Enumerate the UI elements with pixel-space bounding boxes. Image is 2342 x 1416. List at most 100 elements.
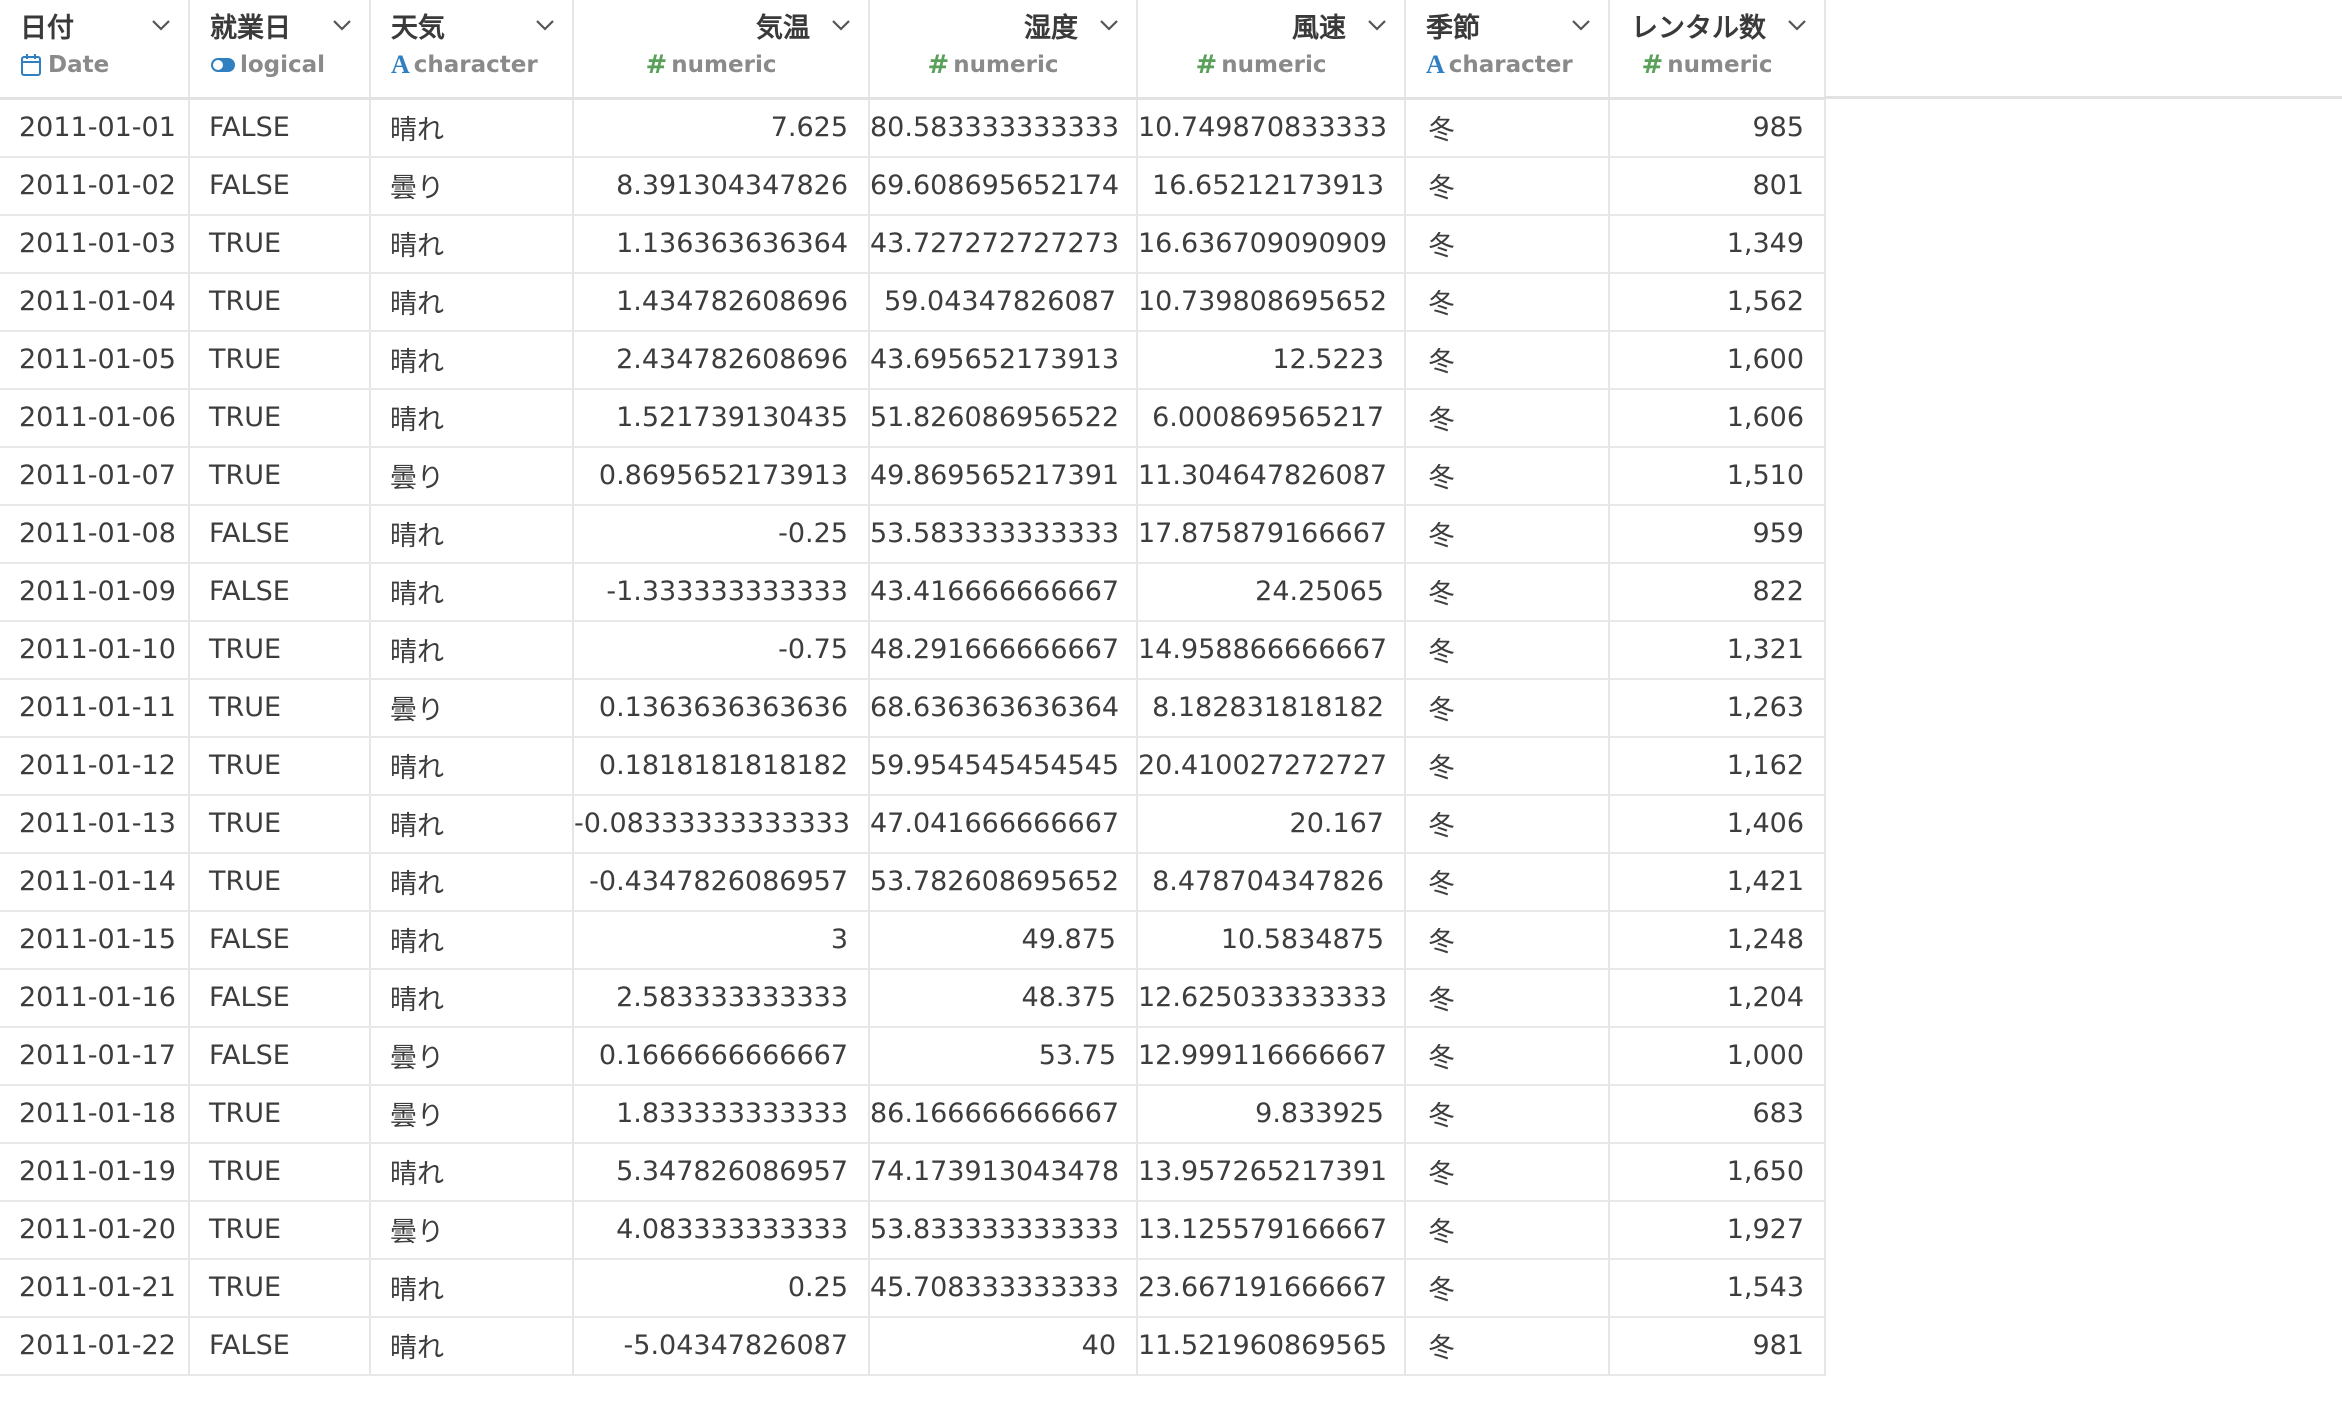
table-row[interactable]: 2011-01-04 TRUE 晴れ 1.434782608696 59.0434782… <box>0 272 1826 332</box>
cell-weather[interactable]: 晴れ <box>370 852 574 912</box>
cell-rental-count[interactable]: 1,600 <box>1609 330 1826 390</box>
cell-humidity[interactable]: 59.954545454545 <box>869 736 1138 796</box>
cell-season[interactable]: 冬 <box>1405 910 1610 970</box>
cell-season[interactable]: 冬 <box>1405 388 1610 448</box>
table-row[interactable]: 2011-01-11 TRUE 曇り 0.1363636363636 68.636363… <box>0 678 1826 738</box>
cell-wind-speed[interactable]: 13.125579166667 <box>1137 1200 1406 1260</box>
cell-weather[interactable]: 晴れ <box>370 794 574 854</box>
cell-date[interactable]: 2011-01-16 <box>0 968 190 1028</box>
column-header-weather[interactable]: 天気 A character <box>370 0 574 100</box>
cell-humidity[interactable]: 48.291666666667 <box>869 620 1138 680</box>
table-row[interactable]: 2011-01-16 FALSE 晴れ 2.583333333333 48.375 12.… <box>0 968 1826 1028</box>
table-row[interactable]: 2011-01-12 TRUE 晴れ 0.1818181818182 59.954545… <box>0 736 1826 796</box>
cell-date[interactable]: 2011-01-14 <box>0 852 190 912</box>
cell-rental-count[interactable]: 1,510 <box>1609 446 1826 506</box>
cell-date[interactable]: 2011-01-06 <box>0 388 190 448</box>
cell-date[interactable]: 2011-01-01 <box>0 98 190 158</box>
cell-rental-count[interactable]: 1,248 <box>1609 910 1826 970</box>
cell-workday[interactable]: FALSE <box>189 98 371 158</box>
cell-season[interactable]: 冬 <box>1405 1142 1610 1202</box>
cell-season[interactable]: 冬 <box>1405 562 1610 622</box>
cell-weather[interactable]: 晴れ <box>370 98 574 158</box>
table-row[interactable]: 2011-01-22 FALSE 晴れ -5.04347826087 40 11.5219… <box>0 1316 1826 1376</box>
table-row[interactable]: 2011-01-21 TRUE 晴れ 0.25 45.708333333333 23.66… <box>0 1258 1826 1318</box>
cell-date[interactable]: 2011-01-20 <box>0 1200 190 1260</box>
chevron-down-icon[interactable] <box>148 12 174 38</box>
cell-temperature[interactable]: 2.434782608696 <box>573 330 870 390</box>
cell-temperature[interactable]: -5.04347826087 <box>573 1316 870 1376</box>
cell-rental-count[interactable]: 1,204 <box>1609 968 1826 1028</box>
column-header-season[interactable]: 季節 A character <box>1405 0 1610 100</box>
cell-rental-count[interactable]: 981 <box>1609 1316 1826 1376</box>
cell-weather[interactable]: 曇り <box>370 1084 574 1144</box>
chevron-down-icon[interactable] <box>1096 12 1122 38</box>
cell-wind-speed[interactable]: 8.182831818182 <box>1137 678 1406 738</box>
cell-season[interactable]: 冬 <box>1405 156 1610 216</box>
cell-season[interactable]: 冬 <box>1405 678 1610 738</box>
cell-date[interactable]: 2011-01-04 <box>0 272 190 332</box>
cell-wind-speed[interactable]: 13.957265217391 <box>1137 1142 1406 1202</box>
cell-humidity[interactable]: 53.833333333333 <box>869 1200 1138 1260</box>
table-row[interactable]: 2011-01-06 TRUE 晴れ 1.521739130435 51.8260869… <box>0 388 1826 448</box>
cell-season[interactable]: 冬 <box>1405 968 1610 1028</box>
cell-rental-count[interactable]: 683 <box>1609 1084 1826 1144</box>
chevron-down-icon[interactable] <box>329 12 355 38</box>
cell-date[interactable]: 2011-01-03 <box>0 214 190 274</box>
cell-weather[interactable]: 晴れ <box>370 504 574 564</box>
cell-rental-count[interactable]: 801 <box>1609 156 1826 216</box>
cell-rental-count[interactable]: 1,606 <box>1609 388 1826 448</box>
chevron-down-icon[interactable] <box>532 12 558 38</box>
cell-weather[interactable]: 晴れ <box>370 968 574 1028</box>
cell-workday[interactable]: TRUE <box>189 330 371 390</box>
cell-workday[interactable]: TRUE <box>189 214 371 274</box>
chevron-down-icon[interactable] <box>1784 12 1810 38</box>
cell-wind-speed[interactable]: 12.999116666667 <box>1137 1026 1406 1086</box>
cell-humidity[interactable]: 48.375 <box>869 968 1138 1028</box>
cell-wind-speed[interactable]: 16.65212173913 <box>1137 156 1406 216</box>
cell-humidity[interactable]: 74.173913043478 <box>869 1142 1138 1202</box>
cell-weather[interactable]: 晴れ <box>370 214 574 274</box>
cell-date[interactable]: 2011-01-15 <box>0 910 190 970</box>
cell-date[interactable]: 2011-01-17 <box>0 1026 190 1086</box>
cell-humidity[interactable]: 43.416666666667 <box>869 562 1138 622</box>
cell-temperature[interactable]: -0.08333333333333 <box>573 794 870 854</box>
cell-temperature[interactable]: 0.1818181818182 <box>573 736 870 796</box>
cell-weather[interactable]: 晴れ <box>370 1142 574 1202</box>
cell-humidity[interactable]: 80.583333333333 <box>869 98 1138 158</box>
cell-rental-count[interactable]: 1,650 <box>1609 1142 1826 1202</box>
cell-temperature[interactable]: 1.521739130435 <box>573 388 870 448</box>
cell-humidity[interactable]: 53.583333333333 <box>869 504 1138 564</box>
cell-workday[interactable]: TRUE <box>189 272 371 332</box>
cell-rental-count[interactable]: 1,321 <box>1609 620 1826 680</box>
cell-season[interactable]: 冬 <box>1405 330 1610 390</box>
cell-temperature[interactable]: 1.136363636364 <box>573 214 870 274</box>
cell-wind-speed[interactable]: 12.5223 <box>1137 330 1406 390</box>
cell-weather[interactable]: 曇り <box>370 156 574 216</box>
cell-wind-speed[interactable]: 11.304647826087 <box>1137 446 1406 506</box>
cell-rental-count[interactable]: 1,421 <box>1609 852 1826 912</box>
cell-wind-speed[interactable]: 10.5834875 <box>1137 910 1406 970</box>
cell-temperature[interactable]: -1.333333333333 <box>573 562 870 622</box>
cell-rental-count[interactable]: 959 <box>1609 504 1826 564</box>
cell-workday[interactable]: FALSE <box>189 1026 371 1086</box>
cell-temperature[interactable]: 0.1363636363636 <box>573 678 870 738</box>
cell-weather[interactable]: 晴れ <box>370 1316 574 1376</box>
cell-workday[interactable]: TRUE <box>189 388 371 448</box>
cell-humidity[interactable]: 51.826086956522 <box>869 388 1138 448</box>
cell-season[interactable]: 冬 <box>1405 620 1610 680</box>
cell-workday[interactable]: FALSE <box>189 156 371 216</box>
cell-wind-speed[interactable]: 16.636709090909 <box>1137 214 1406 274</box>
cell-weather[interactable]: 晴れ <box>370 1258 574 1318</box>
cell-rental-count[interactable]: 1,263 <box>1609 678 1826 738</box>
cell-workday[interactable]: TRUE <box>189 794 371 854</box>
cell-weather[interactable]: 晴れ <box>370 330 574 390</box>
cell-season[interactable]: 冬 <box>1405 446 1610 506</box>
cell-wind-speed[interactable]: 9.833925 <box>1137 1084 1406 1144</box>
cell-season[interactable]: 冬 <box>1405 1084 1610 1144</box>
cell-date[interactable]: 2011-01-18 <box>0 1084 190 1144</box>
cell-humidity[interactable]: 86.166666666667 <box>869 1084 1138 1144</box>
cell-date[interactable]: 2011-01-09 <box>0 562 190 622</box>
cell-workday[interactable]: TRUE <box>189 852 371 912</box>
cell-season[interactable]: 冬 <box>1405 736 1610 796</box>
cell-humidity[interactable]: 47.041666666667 <box>869 794 1138 854</box>
